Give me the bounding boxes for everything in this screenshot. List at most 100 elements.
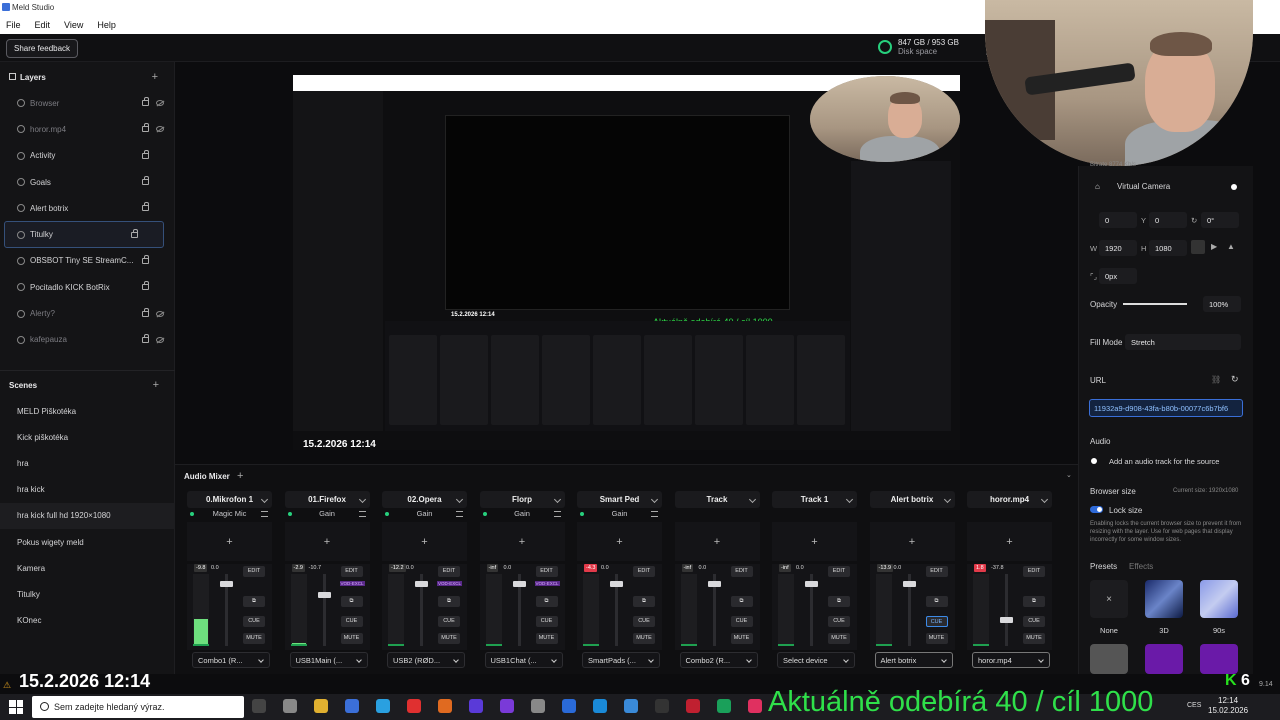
- strip-name-dropdown[interactable]: Alert botrix: [869, 491, 955, 508]
- cue-button[interactable]: CUE: [633, 616, 655, 627]
- taskbar-app-icon[interactable]: [531, 699, 545, 713]
- preset-thumb-4[interactable]: [1090, 644, 1128, 674]
- taskbar-app-icon[interactable]: [283, 699, 297, 713]
- mute-button[interactable]: MUTE: [925, 633, 948, 644]
- effect-settings-icon[interactable]: [261, 511, 268, 517]
- device-select[interactable]: Select device: [777, 652, 855, 668]
- taskbar-app-icon[interactable]: [748, 699, 762, 713]
- layer-item[interactable]: kafepauza: [0, 327, 174, 353]
- width-input[interactable]: 1920: [1099, 240, 1137, 256]
- rotation-input[interactable]: 0°: [1201, 212, 1239, 228]
- menu-file[interactable]: File: [6, 20, 21, 30]
- cue-button[interactable]: CUE: [243, 616, 265, 627]
- x-input[interactable]: 0: [1099, 212, 1137, 228]
- add-effect-button[interactable]: +: [967, 522, 1052, 561]
- add-audio-track-option[interactable]: Add an audio track for the source: [1109, 457, 1219, 466]
- device-select[interactable]: Combo2 (R...: [679, 652, 758, 668]
- lock-icon[interactable]: [142, 123, 149, 133]
- device-select[interactable]: horor.mp4: [972, 652, 1050, 668]
- cue-button[interactable]: CUE: [925, 616, 948, 627]
- device-select[interactable]: USB1Chat (...: [484, 652, 563, 668]
- opacity-slider[interactable]: [1123, 303, 1187, 305]
- layer-item[interactable]: Alert botrix: [0, 195, 174, 221]
- fader-knob[interactable]: [1000, 616, 1013, 623]
- add-effect-button[interactable]: +: [479, 522, 565, 561]
- y-input[interactable]: 0: [1149, 212, 1187, 228]
- taskbar-app-icon[interactable]: [624, 699, 638, 713]
- device-select[interactable]: USB2 (RØD...: [387, 652, 465, 668]
- scene-item[interactable]: MELD Piškotéka: [0, 398, 175, 424]
- mute-button[interactable]: MUTE: [730, 633, 753, 644]
- mute-button[interactable]: MUTE: [340, 633, 363, 644]
- layer-item[interactable]: Activity: [0, 143, 174, 169]
- scene-item[interactable]: Kick piškotéka: [0, 424, 175, 450]
- taskbar-app-icon[interactable]: [252, 699, 266, 713]
- edit-button[interactable]: EDIT: [535, 566, 558, 577]
- hidden-eye-icon[interactable]: [156, 100, 164, 107]
- strip-name-dropdown[interactable]: Track 1: [772, 491, 857, 508]
- link-button[interactable]: ⧉: [340, 596, 363, 607]
- menu-view[interactable]: View: [64, 20, 83, 30]
- url-input[interactable]: 11932a9-d908-43fa-b80b-00077c6b7bf6: [1089, 399, 1243, 417]
- fill-mode-select[interactable]: Stretch: [1125, 334, 1241, 350]
- device-select[interactable]: USB1Main (...: [289, 652, 368, 668]
- layer-item[interactable]: Pocitadlo KICK BotRix: [0, 274, 174, 300]
- cue-button[interactable]: CUE: [730, 616, 753, 627]
- effect-item[interactable]: Gain: [480, 509, 565, 520]
- hidden-eye-icon[interactable]: [156, 310, 164, 317]
- layer-item[interactable]: horor.mp4: [0, 116, 174, 142]
- start-icon[interactable]: [9, 700, 23, 714]
- fader-knob[interactable]: [610, 580, 623, 587]
- add-layer-button[interactable]: +: [152, 71, 158, 83]
- strip-name-dropdown[interactable]: 0.Mikrofon 1: [187, 491, 272, 508]
- fader-knob[interactable]: [805, 580, 818, 587]
- hidden-eye-icon[interactable]: [156, 336, 164, 343]
- link-button[interactable]: ⧉: [730, 596, 753, 607]
- fader-knob[interactable]: [512, 580, 526, 587]
- fader-knob[interactable]: [317, 592, 331, 599]
- preset-3d[interactable]: [1145, 580, 1183, 618]
- mute-button[interactable]: MUTE: [535, 633, 558, 644]
- effect-settings-icon[interactable]: [358, 511, 366, 517]
- link-button[interactable]: ⧉: [633, 596, 655, 607]
- edit-button[interactable]: EDIT: [633, 566, 655, 577]
- effect-item[interactable]: Gain: [382, 509, 467, 520]
- taskbar-app-icon[interactable]: [686, 699, 700, 713]
- volume-fader[interactable]: [805, 574, 818, 646]
- taskbar-clock[interactable]: 12:14 15.02.2026: [1208, 696, 1248, 716]
- volume-fader[interactable]: [317, 574, 331, 646]
- strip-name-dropdown[interactable]: Track: [674, 491, 760, 508]
- add-effect-button[interactable]: +: [772, 522, 857, 561]
- scene-item[interactable]: hra kick full hd 1920×1080: [0, 502, 175, 529]
- preset-thumb-5[interactable]: [1145, 644, 1183, 674]
- edit-button[interactable]: EDIT: [828, 566, 850, 577]
- scene-item[interactable]: hra kick: [0, 477, 175, 503]
- lock-icon[interactable]: [131, 228, 138, 238]
- taskbar-app-icon[interactable]: [469, 699, 483, 713]
- lock-icon[interactable]: [142, 202, 149, 212]
- layer-item[interactable]: OBSBOT Tiny SE StreamC...: [0, 248, 174, 274]
- menu-help[interactable]: Help: [97, 20, 116, 30]
- fader-knob[interactable]: [415, 580, 428, 587]
- cue-button[interactable]: CUE: [828, 616, 850, 627]
- taskbar-app-icon[interactable]: [314, 699, 328, 713]
- layer-item[interactable]: Browser: [0, 90, 174, 116]
- refresh-icon[interactable]: ↻: [1231, 374, 1239, 385]
- edit-button[interactable]: EDIT: [340, 566, 363, 577]
- add-effect-button[interactable]: +: [284, 522, 370, 561]
- effect-item[interactable]: Gain: [285, 509, 370, 520]
- cue-button[interactable]: CUE: [438, 616, 460, 627]
- mute-button[interactable]: MUTE: [828, 633, 850, 644]
- mute-button[interactable]: MUTE: [633, 633, 655, 644]
- taskbar-app-icon[interactable]: [593, 699, 607, 713]
- volume-fader[interactable]: [707, 574, 721, 646]
- taskbar-app-icon[interactable]: [717, 699, 731, 713]
- strip-name-dropdown[interactable]: Florp: [479, 491, 565, 508]
- taskbar-app-icon[interactable]: [562, 699, 576, 713]
- add-effect-button[interactable]: +: [187, 522, 272, 561]
- volume-fader[interactable]: [902, 574, 916, 646]
- fader-knob[interactable]: [707, 580, 721, 587]
- volume-fader[interactable]: [220, 574, 233, 646]
- device-select[interactable]: SmartPads (...: [582, 652, 660, 668]
- radius-input[interactable]: 0px: [1099, 268, 1137, 284]
